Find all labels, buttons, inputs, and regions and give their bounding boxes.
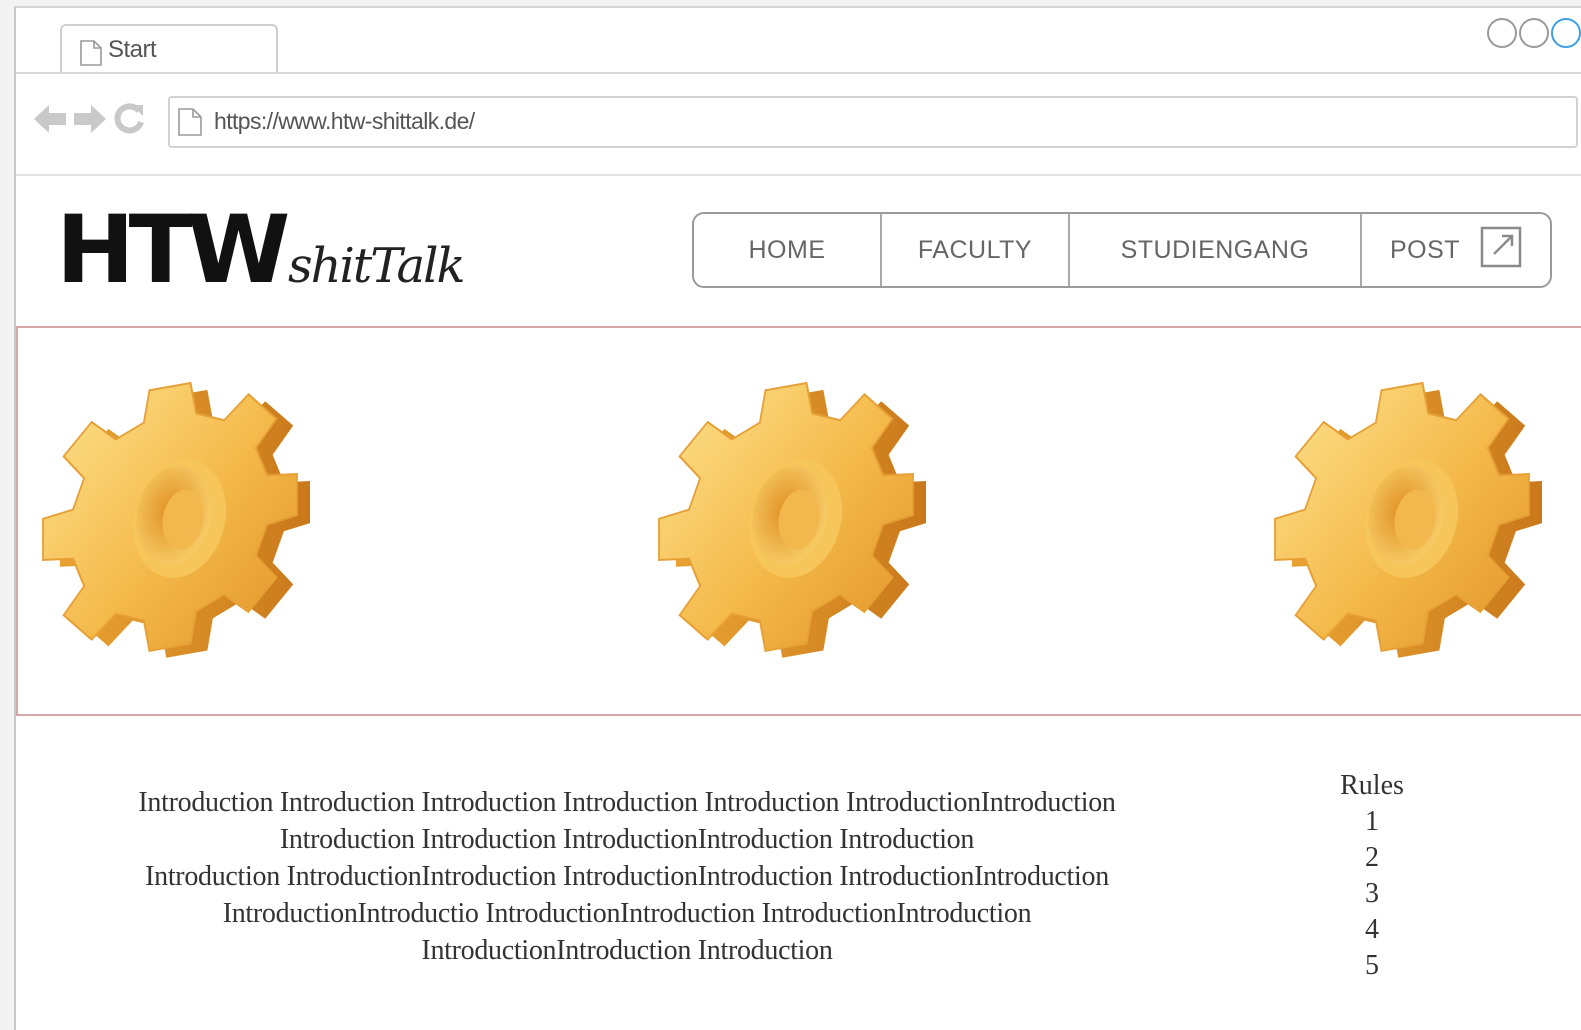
minimize-icon[interactable] <box>1487 18 1517 48</box>
navigation-controls <box>32 102 146 141</box>
address-bar[interactable]: https://www.htw-shittalk.de/ <box>168 96 1578 148</box>
site-logo[interactable]: HTW shitTalk <box>56 204 466 304</box>
intro-line: IntroductionIntroductio IntroductionIntr… <box>222 898 1032 929</box>
tab-title: Start <box>108 36 157 63</box>
document-icon <box>80 40 102 71</box>
back-arrow-icon[interactable] <box>32 102 68 141</box>
logo-shittalk: shitTalk <box>288 238 466 294</box>
rule-item[interactable]: 5 <box>1322 948 1422 984</box>
browser-window: Start https://www.htw-shittalk.de/ HTW s… <box>14 6 1581 1030</box>
intro-line: Introduction Introduction Introduction I… <box>138 787 1116 818</box>
forward-arrow-icon[interactable] <box>72 102 108 141</box>
introduction-text: Introduction Introduction Introduction I… <box>52 784 1202 969</box>
window-controls <box>1487 18 1581 52</box>
nav-studiengang[interactable]: STUDIENGANG <box>1070 214 1362 286</box>
logo-htw: HTW <box>56 196 290 305</box>
tab-strip: Start <box>16 8 1581 74</box>
rule-item[interactable]: 4 <box>1322 912 1422 948</box>
tab-start[interactable]: Start <box>60 24 278 72</box>
nav-home[interactable]: HOME <box>694 214 882 286</box>
rule-item[interactable]: 3 <box>1322 876 1422 912</box>
maximize-icon[interactable] <box>1519 18 1549 48</box>
rule-item[interactable]: 2 <box>1322 840 1422 876</box>
hero-banner <box>16 326 1581 716</box>
gear-icon <box>658 360 926 676</box>
intro-line: Introduction Introduction IntroductionIn… <box>279 824 975 855</box>
close-icon[interactable] <box>1551 18 1581 48</box>
rules-title: Rules <box>1340 770 1404 801</box>
rules-list: Rules 1 2 3 4 5 <box>1322 768 1422 984</box>
intro-line: Introduction IntroductionIntroduction In… <box>145 861 1109 892</box>
external-link-icon <box>1480 226 1522 275</box>
url-text: https://www.htw-shittalk.de/ <box>214 108 475 134</box>
main-navigation: HOME FACULTY STUDIENGANG POST <box>692 212 1552 288</box>
gear-icon <box>42 360 310 676</box>
page-icon <box>178 108 202 141</box>
address-row: https://www.htw-shittalk.de/ <box>16 74 1581 176</box>
nav-post-label: POST <box>1389 235 1461 264</box>
gear-icon <box>1274 360 1542 676</box>
nav-faculty[interactable]: FACULTY <box>882 214 1070 286</box>
intro-line: IntroductionIntroduction Introduction <box>421 935 833 966</box>
nav-post[interactable]: POST <box>1362 214 1550 286</box>
reload-icon[interactable] <box>112 102 146 141</box>
rule-item[interactable]: 1 <box>1322 804 1422 840</box>
